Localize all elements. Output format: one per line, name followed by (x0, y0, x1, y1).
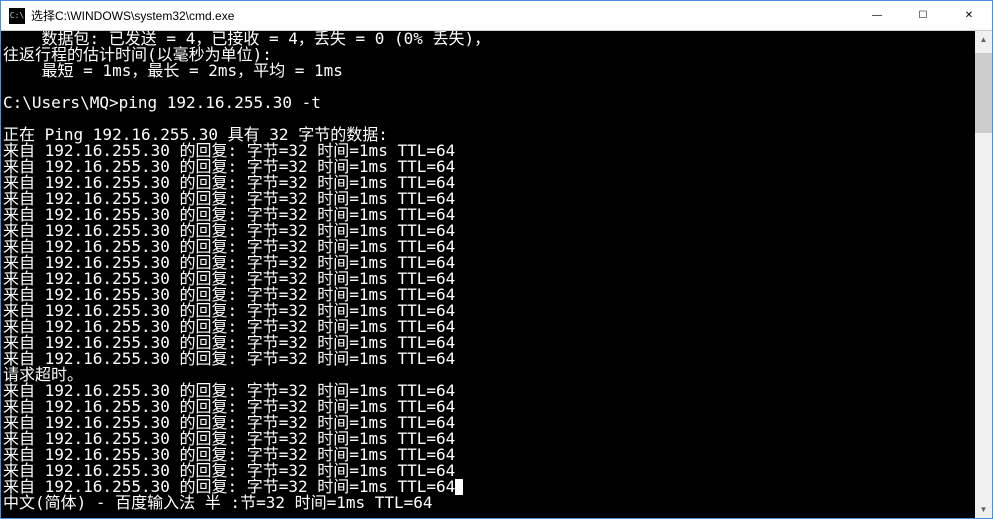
close-button[interactable]: ✕ (946, 1, 992, 30)
terminal-output[interactable]: 数据包: 已发送 = 4，已接收 = 4，丢失 = 0 (0% 丢失)，往返行程… (1, 31, 975, 518)
scroll-thumb[interactable] (975, 53, 992, 133)
scroll-up-arrow-icon[interactable]: ▲ (975, 31, 992, 48)
window-title: 选择C:\WINDOWS\system32\cmd.exe (31, 7, 854, 24)
window-controls: — ☐ ✕ (854, 1, 992, 30)
text-cursor (455, 479, 463, 495)
app-icon: C:\ (9, 8, 25, 24)
cmd-window: C:\ 选择C:\WINDOWS\system32\cmd.exe — ☐ ✕ … (0, 0, 993, 519)
terminal-line: 最短 = 1ms，最长 = 2ms，平均 = 1ms (3, 63, 975, 79)
scroll-down-arrow-icon[interactable]: ▼ (975, 501, 992, 518)
vertical-scrollbar[interactable]: ▲ ▼ (975, 31, 992, 518)
scroll-track[interactable] (975, 48, 992, 501)
terminal-area: 数据包: 已发送 = 4，已接收 = 4，丢失 = 0 (0% 丢失)，往返行程… (1, 31, 992, 518)
titlebar[interactable]: C:\ 选择C:\WINDOWS\system32\cmd.exe — ☐ ✕ (1, 1, 992, 31)
maximize-button[interactable]: ☐ (900, 1, 946, 30)
minimize-button[interactable]: — (854, 1, 900, 30)
ime-status-line: 中文(简体) - 百度输入法 半 :节=32 时间=1ms TTL=64 (3, 495, 975, 511)
terminal-line: 来自 192.16.255.30 的回复: 字节=32 时间=1ms TTL=6… (3, 351, 975, 367)
terminal-line: C:\Users\MQ>ping 192.16.255.30 -t (3, 95, 975, 111)
